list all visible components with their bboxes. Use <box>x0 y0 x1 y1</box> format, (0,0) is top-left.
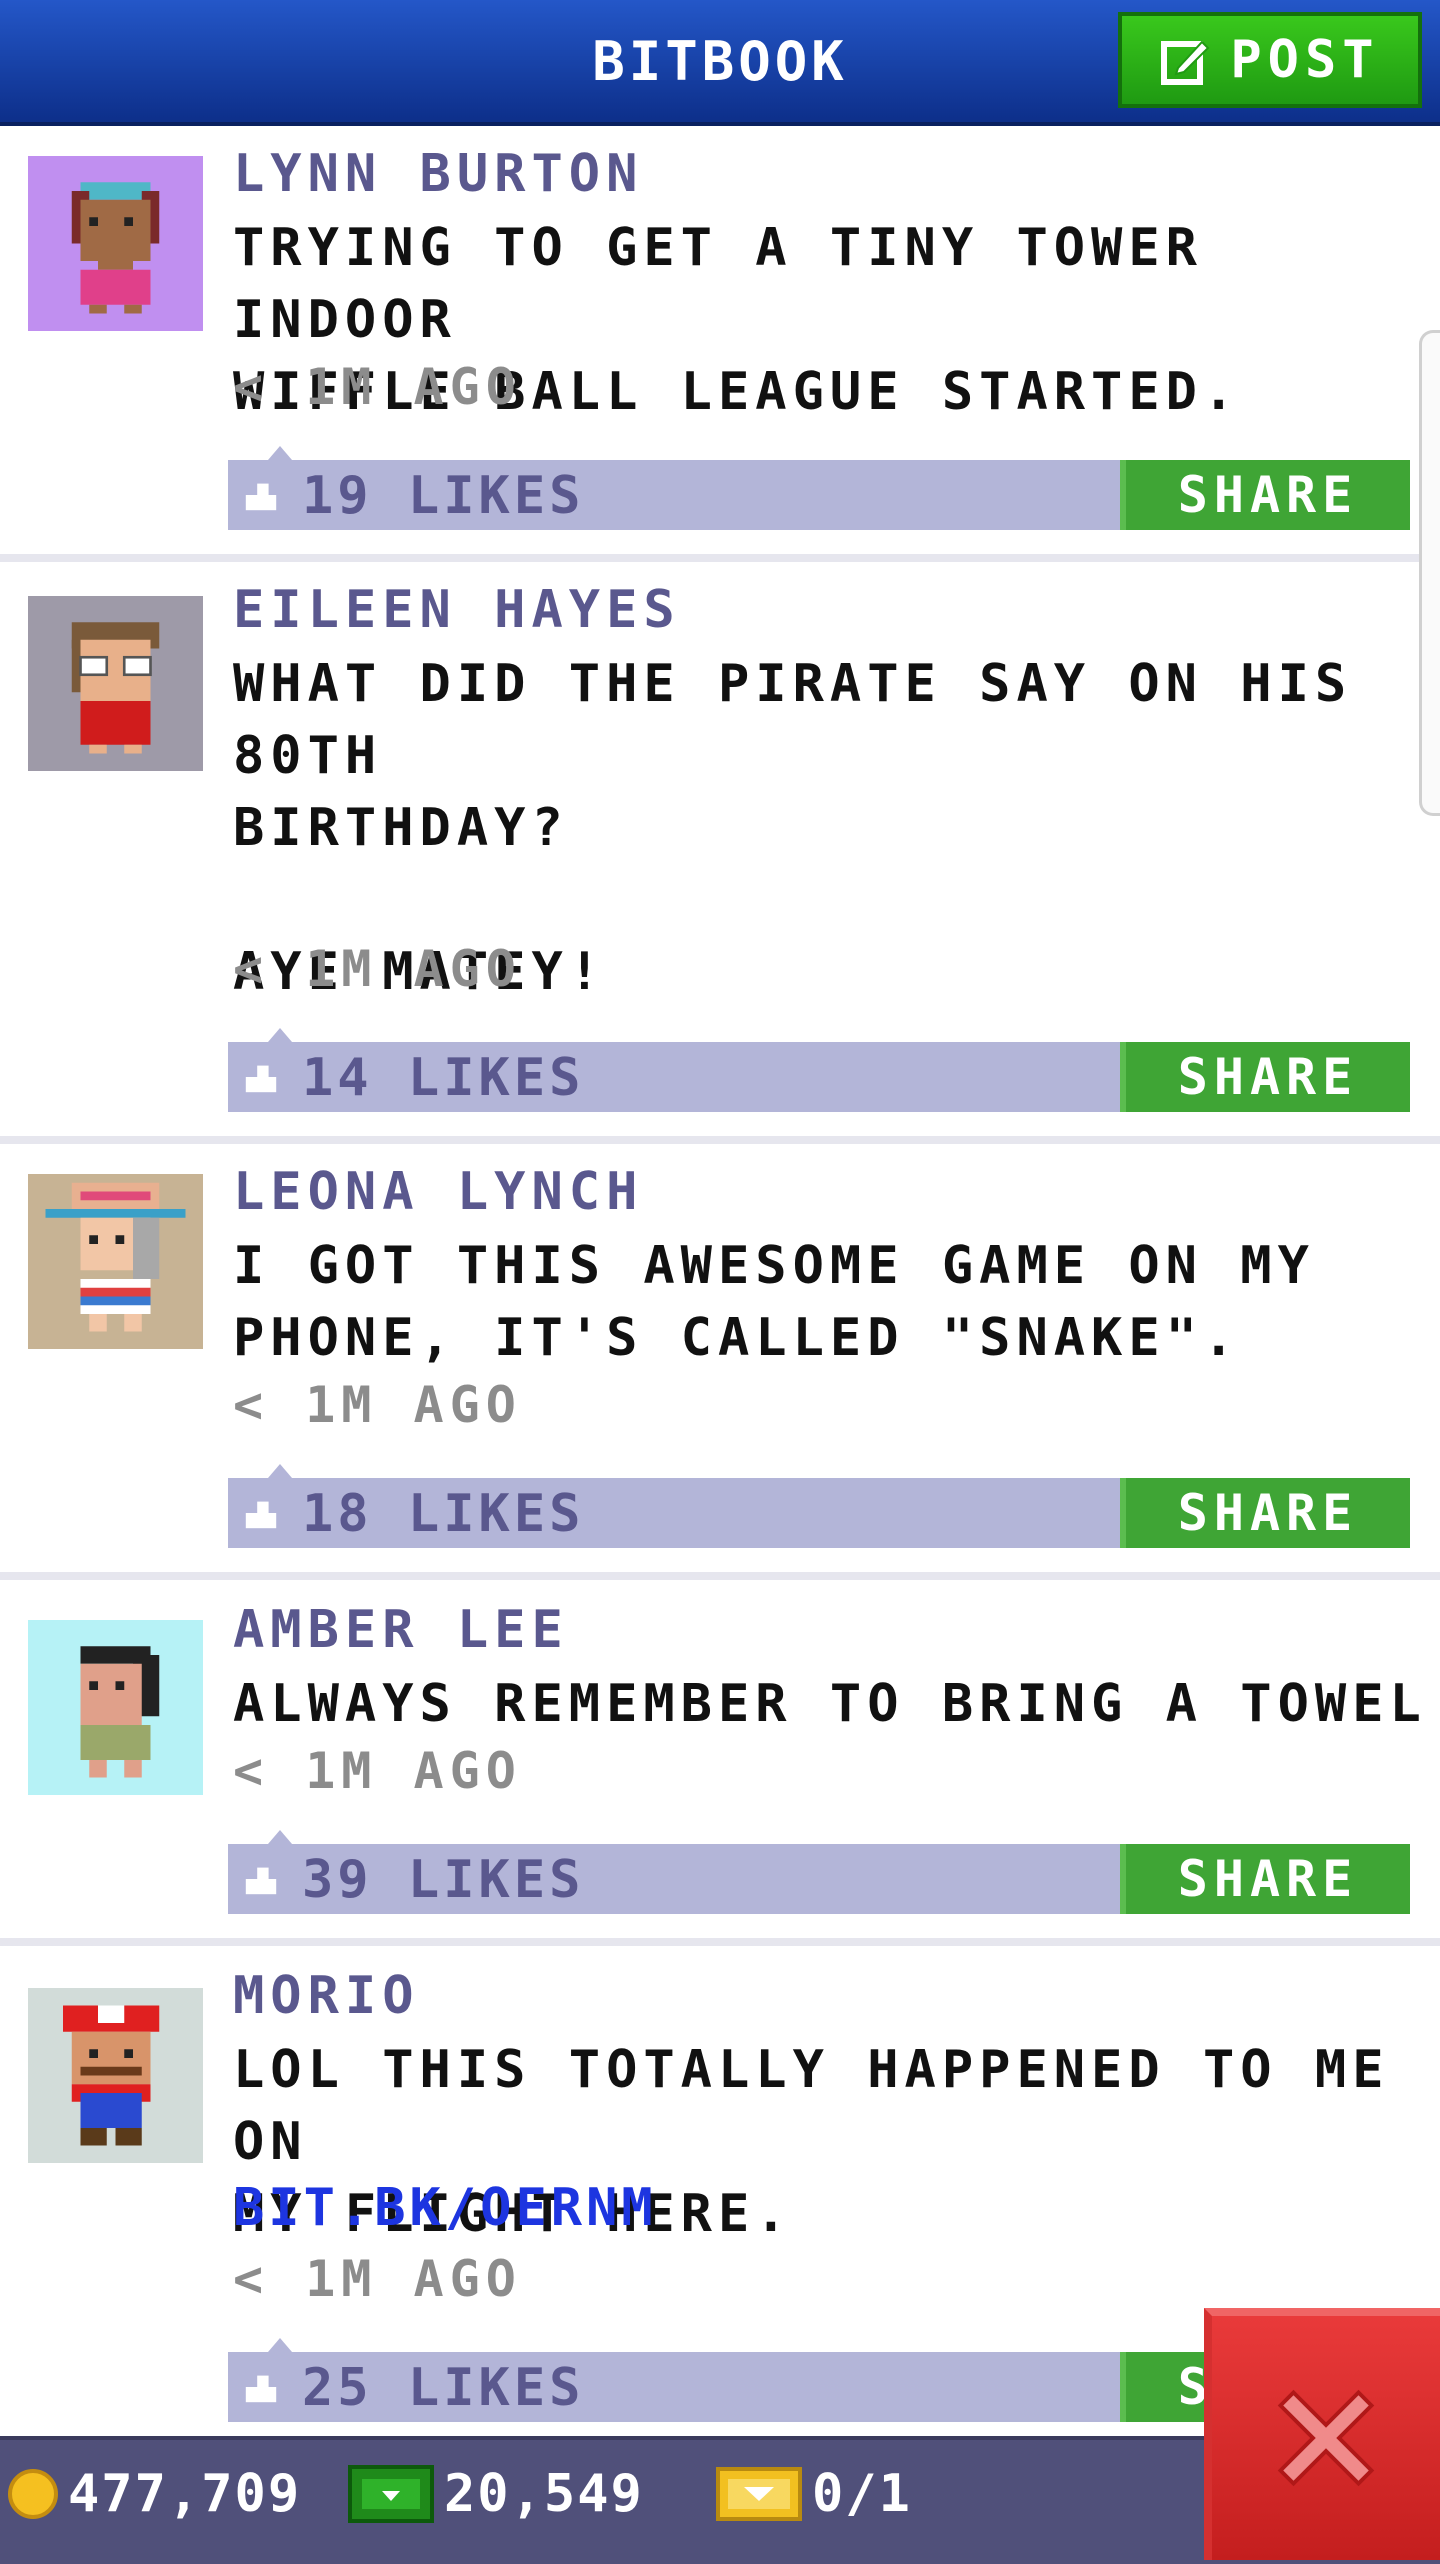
like-bar[interactable]: 14 LIKES SHARE <box>228 1028 1410 1112</box>
share-button[interactable]: SHARE <box>1120 1042 1410 1112</box>
coins-display: 477,709 <box>8 2464 301 2524</box>
scrollbar[interactable] <box>1419 330 1440 816</box>
post-divider <box>0 554 1440 562</box>
post-author[interactable]: AMBER LEE <box>233 1600 569 1660</box>
post-author[interactable]: EILEEN HAYES <box>233 580 681 640</box>
bux-display: 20,549 <box>348 2464 644 2524</box>
coin-icon <box>8 2469 58 2519</box>
post-author[interactable]: LEONA LYNCH <box>233 1162 643 1222</box>
avatar[interactable] <box>28 1988 203 2163</box>
post-link[interactable]: BIT.BK/OERNM <box>233 2178 657 2238</box>
like-bar-notch <box>268 1830 292 1844</box>
tickets-value: 0/1 <box>812 2464 912 2524</box>
post-button[interactable]: POST <box>1118 12 1422 108</box>
post-button-label: POST <box>1230 30 1380 90</box>
like-bar[interactable]: 18 LIKES SHARE <box>228 1464 1410 1548</box>
like-bar[interactable]: 19 LIKES SHARE <box>228 446 1410 530</box>
bux-value: 20,549 <box>444 2464 644 2524</box>
avatar[interactable] <box>28 1174 203 1349</box>
like-bar-notch <box>268 1464 292 1478</box>
ticket-icon <box>716 2467 802 2521</box>
tickets-display: 0/1 <box>716 2464 912 2524</box>
likes-count: 19 LIKES <box>302 466 585 526</box>
likes-count: 25 LIKES <box>302 2358 585 2418</box>
post-time: < 1M AGO <box>233 940 522 998</box>
thumbs-up-icon[interactable] <box>242 2368 280 2406</box>
post-divider <box>0 1938 1440 1946</box>
share-button[interactable]: SHARE <box>1120 1478 1410 1548</box>
post-time: < 1M AGO <box>233 358 522 416</box>
post-time: < 1M AGO <box>233 1742 522 1800</box>
post-divider <box>0 1136 1440 1144</box>
like-bar-notch <box>268 1028 292 1042</box>
post-time: < 1M AGO <box>233 2250 522 2308</box>
cash-icon <box>348 2465 434 2523</box>
post-time: < 1M AGO <box>233 1376 522 1434</box>
likes-count: 39 LIKES <box>302 1850 585 1910</box>
post-text: ALWAYS REMEMBER TO BRING A TOWEL <box>233 1674 1427 1734</box>
bitbook-feed[interactable]: LYNN BURTON TRYING TO GET A TINY TOWER I… <box>0 126 1440 2436</box>
share-button[interactable]: SHARE <box>1120 460 1410 530</box>
thumbs-up-icon[interactable] <box>242 1058 280 1096</box>
like-bar-notch <box>268 2338 292 2352</box>
post-author[interactable]: MORIO <box>233 1966 420 2026</box>
post-divider <box>0 1572 1440 1580</box>
close-icon <box>1261 2373 1391 2503</box>
thumbs-up-icon[interactable] <box>242 1494 280 1532</box>
post-text: I GOT THIS AWESOME GAME ON MY PHONE, IT'… <box>233 1236 1315 1368</box>
likes-count: 18 LIKES <box>302 1484 585 1544</box>
like-bar[interactable]: 39 LIKES SHARE <box>228 1830 1410 1914</box>
likes-count: 14 LIKES <box>302 1048 585 1108</box>
share-button[interactable]: SHARE <box>1120 1844 1410 1914</box>
post-author[interactable]: LYNN BURTON <box>233 144 643 204</box>
thumbs-up-icon[interactable] <box>242 1860 280 1898</box>
avatar[interactable] <box>28 596 203 771</box>
avatar[interactable] <box>28 156 203 331</box>
edit-icon <box>1160 34 1212 86</box>
app-header: BITBOOK POST <box>0 0 1440 126</box>
close-button[interactable] <box>1204 2308 1440 2560</box>
coins-value: 477,709 <box>68 2464 302 2524</box>
like-bar-notch <box>268 446 292 460</box>
avatar[interactable] <box>28 1620 203 1795</box>
thumbs-up-icon[interactable] <box>242 476 280 514</box>
